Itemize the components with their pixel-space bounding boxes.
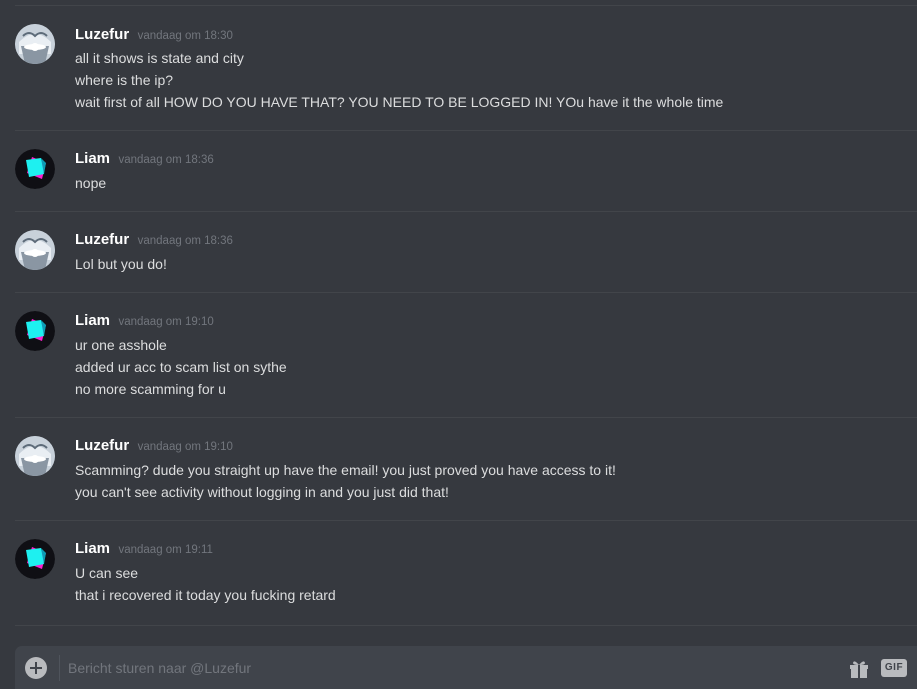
- message-content: nope: [75, 172, 897, 194]
- message-header: Luzefur vandaag om 19:10: [75, 437, 233, 457]
- anime-character-icon: [15, 24, 55, 64]
- anime-character-icon: [15, 230, 55, 270]
- avatar-luzefur[interactable]: [15, 436, 55, 476]
- avatar-liam[interactable]: [15, 539, 55, 579]
- cube-icon: [15, 539, 55, 579]
- message-line: that i recovered it today you fucking re…: [75, 587, 336, 603]
- avatar-liam[interactable]: [15, 149, 55, 189]
- timestamp[interactable]: vandaag om 18:30: [138, 30, 233, 42]
- message-list[interactable]: Luzefur vandaag om 18:30 all it shows is…: [0, 0, 917, 640]
- message-line: U can see: [75, 565, 139, 581]
- message-line: where is the ip?: [75, 72, 174, 88]
- timestamp[interactable]: vandaag om 18:36: [138, 235, 233, 247]
- gift-icon[interactable]: [848, 657, 870, 679]
- message-line: you can't see activity without logging i…: [75, 484, 449, 500]
- message-line: wait first of all HOW DO YOU HAVE THAT? …: [75, 94, 724, 110]
- message-group: Luzefur vandaag om 18:30 all it shows is…: [15, 5, 917, 131]
- gif-icon[interactable]: GIF: [881, 659, 907, 677]
- message-header: Luzefur vandaag om 18:30: [75, 26, 233, 46]
- message-group: Liam vandaag om 19:11 U can see that i r…: [15, 520, 917, 626]
- avatar-liam[interactable]: [15, 311, 55, 351]
- avatar-luzefur[interactable]: [15, 230, 55, 270]
- message-content: U can see that i recovered it today you …: [75, 562, 897, 606]
- message-composer: GIF: [15, 646, 917, 689]
- username[interactable]: Luzefur: [75, 26, 129, 43]
- timestamp[interactable]: vandaag om 18:36: [118, 154, 213, 166]
- anime-character-icon: [15, 436, 55, 476]
- message-line: Scamming? dude you straight up have the …: [75, 462, 616, 478]
- cube-icon: [15, 311, 55, 351]
- message-header: Liam vandaag om 19:10: [75, 312, 214, 332]
- message-content: ur one asshole added ur acc to scam list…: [75, 334, 897, 400]
- username[interactable]: Liam: [75, 312, 110, 329]
- message-header: Liam vandaag om 19:11: [75, 540, 213, 560]
- composer-divider: [59, 655, 60, 681]
- message-line: ur one asshole: [75, 337, 167, 353]
- message-line: no more scamming for u: [75, 381, 226, 397]
- plus-circle-icon[interactable]: [25, 657, 47, 679]
- username[interactable]: Liam: [75, 150, 110, 167]
- message-content: Scamming? dude you straight up have the …: [75, 459, 897, 503]
- username[interactable]: Luzefur: [75, 231, 129, 248]
- username[interactable]: Liam: [75, 540, 110, 557]
- message-line: added ur acc to scam list on sythe: [75, 359, 287, 375]
- message-group: Luzefur vandaag om 18:36 Lol but you do!: [15, 211, 917, 293]
- timestamp[interactable]: vandaag om 19:10: [118, 316, 213, 328]
- message-content: Lol but you do!: [75, 253, 897, 275]
- message-line: Lol but you do!: [75, 256, 167, 272]
- message-line: nope: [75, 175, 107, 191]
- timestamp[interactable]: vandaag om 19:10: [138, 441, 233, 453]
- message-group: Liam vandaag om 18:36 nope: [15, 130, 917, 212]
- message-header: Liam vandaag om 18:36: [75, 150, 214, 170]
- message-content: all it shows is state and city where is …: [75, 47, 897, 113]
- timestamp[interactable]: vandaag om 19:11: [118, 544, 212, 556]
- username[interactable]: Luzefur: [75, 437, 129, 454]
- message-line: all it shows is state and city: [75, 50, 244, 66]
- message-header: Luzefur vandaag om 18:36: [75, 231, 233, 251]
- message-group: Liam vandaag om 19:10 ur one asshole add…: [15, 292, 917, 418]
- message-input[interactable]: [68, 656, 768, 680]
- message-group: Luzefur vandaag om 19:10 Scamming? dude …: [15, 417, 917, 521]
- cube-icon: [15, 149, 55, 189]
- avatar-luzefur[interactable]: [15, 24, 55, 64]
